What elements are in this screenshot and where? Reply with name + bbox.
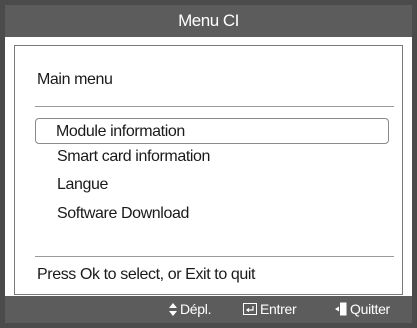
divider — [35, 256, 394, 257]
move-hint: Dépl. — [169, 301, 211, 317]
menu-item-smart-card-information[interactable]: Smart card information — [57, 147, 210, 167]
quit-label: Quitter — [350, 301, 390, 317]
main-menu-panel: Main menu Module information Smart card … — [14, 45, 403, 295]
quit-hint: Quitter — [335, 301, 390, 317]
move-label: Dépl. — [180, 301, 212, 317]
enter-label: Entrer — [260, 301, 297, 317]
up-down-arrow-icon — [169, 302, 177, 316]
menu-item-label: Langue — [57, 176, 108, 193]
enter-icon — [243, 303, 257, 315]
menu-item-software-download[interactable]: Software Download — [57, 204, 189, 224]
menu-item-label: Module information — [56, 123, 185, 140]
help-text: Press Ok to select, or Exit to quit — [37, 266, 256, 283]
menu-item-langue[interactable]: Langue — [57, 175, 108, 195]
ci-menu-window: Menu CI Main menu Module information Sma… — [5, 5, 412, 323]
menu-item-module-information[interactable]: Module information — [35, 118, 389, 144]
menu-title: Main menu — [37, 71, 113, 88]
enter-hint: Entrer — [243, 301, 297, 317]
footer-bar: Dépl. Entrer Quitter — [5, 296, 412, 323]
window-header: Menu CI — [5, 5, 412, 37]
divider — [35, 106, 394, 107]
window-title: Menu CI — [178, 11, 239, 30]
menu-item-label: Smart card information — [57, 148, 211, 165]
menu-item-label: Software Download — [57, 205, 189, 222]
exit-icon — [335, 302, 347, 316]
